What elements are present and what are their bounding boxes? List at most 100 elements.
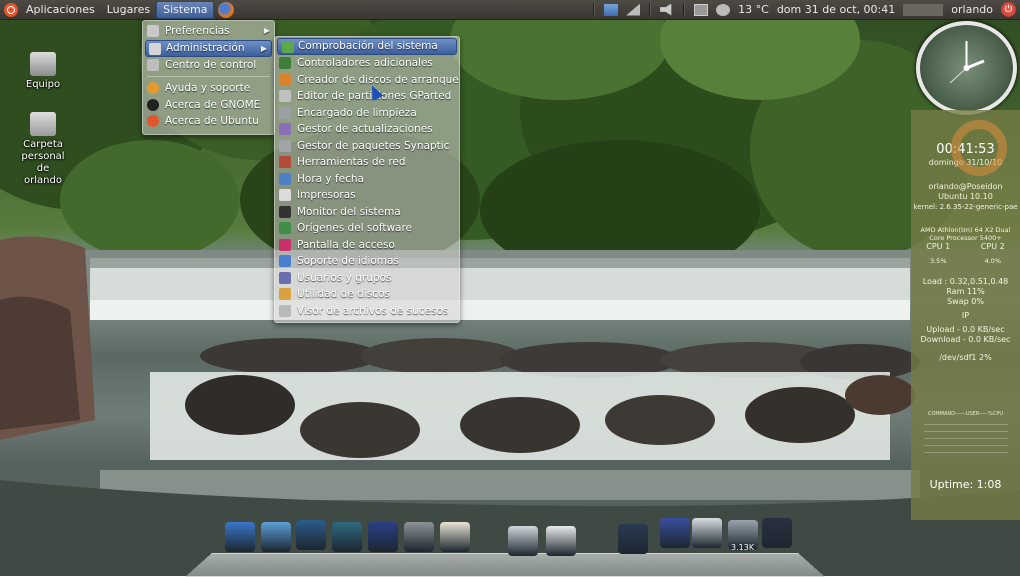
menu-item-label: Pantalla de acceso xyxy=(297,238,395,251)
pointer-icon[interactable] xyxy=(762,518,792,548)
clock-label[interactable]: dom 31 de oct, 00:41 xyxy=(777,3,895,16)
menu-separator xyxy=(147,76,270,77)
menu-item-label: Preferencias xyxy=(165,25,230,37)
shutdown-icon[interactable]: ⏻ xyxy=(1001,2,1016,17)
desktop-icon-home[interactable]: Carpeta personal de orlando xyxy=(8,112,78,187)
menu-item-label: Centro de control xyxy=(165,58,257,71)
admin-menu-item[interactable]: Impresoras xyxy=(275,187,459,204)
control-center-icon xyxy=(147,58,159,71)
time-machine-icon[interactable] xyxy=(296,520,326,550)
menu-item-label: Utilidad de discos xyxy=(297,288,390,300)
menu-item-label: Monitor del sistema xyxy=(297,205,401,218)
desktop-icon-label: Carpeta personal de orlando xyxy=(21,139,65,186)
admin-menu-item[interactable]: Gestor de actualizaciones xyxy=(275,121,459,138)
menu-item-label: Gestor de actualizaciones xyxy=(297,123,433,135)
preferences-icon xyxy=(147,25,159,37)
admin-menu-item[interactable]: Encargado de limpieza xyxy=(275,105,459,122)
menu-item-acerca-ubuntu[interactable]: Acerca de Ubuntu xyxy=(143,113,274,130)
admin-menu-item[interactable]: Herramientas de red xyxy=(275,154,459,171)
menu-lugares[interactable]: Lugares xyxy=(101,0,156,19)
mail-indicator-icon[interactable] xyxy=(694,3,709,16)
user-name-label[interactable]: orlando xyxy=(951,3,993,16)
admin-item-icon xyxy=(279,156,291,168)
admin-menu-item[interactable]: Monitor del sistema xyxy=(275,204,459,221)
conky-host: orlando@Poseidon xyxy=(928,182,1003,191)
calendar-icon[interactable] xyxy=(546,526,576,556)
admin-menu-item[interactable]: Utilidad de discos xyxy=(275,286,459,303)
menu-item-preferencias[interactable]: Preferencias ▶ xyxy=(143,23,274,40)
menu-item-acerca-gnome[interactable]: Acerca de GNOME xyxy=(143,97,274,114)
admin-menu-item[interactable]: Gestor de paquetes Synaptic xyxy=(275,138,459,155)
phone-icon[interactable] xyxy=(660,518,690,548)
system-tray: 13 °C dom 31 de oct, 00:41 orlando ⏻ xyxy=(588,0,1020,19)
admin-menu-item[interactable]: Controladores adicionales xyxy=(275,55,459,72)
menu-item-label: Comprobación del sistema xyxy=(298,40,438,52)
menu-item-administracion[interactable]: Administración ▶ xyxy=(145,39,272,57)
clapper-icon[interactable] xyxy=(368,522,398,552)
admin-item-icon xyxy=(279,139,291,152)
desktop-icon-label: Equipo xyxy=(25,79,61,90)
conky-cpu2-label: CPU 2 xyxy=(980,242,1005,251)
admin-item-icon xyxy=(279,57,291,69)
firefox-launcher-icon[interactable] xyxy=(218,1,235,18)
preview-icon[interactable] xyxy=(508,526,538,556)
finder-icon[interactable] xyxy=(225,522,255,552)
mail-icon[interactable] xyxy=(692,518,722,548)
menu-sistema[interactable]: Sistema xyxy=(156,0,215,19)
desktop-icon-equipo[interactable]: Equipo xyxy=(8,52,78,91)
clock-face-icon xyxy=(949,41,985,84)
submenu-arrow-icon: ▶ xyxy=(260,43,267,53)
conky-cpu1-value: 3.5% xyxy=(929,257,947,265)
network-icon[interactable] xyxy=(626,3,641,16)
sistema-menu: Preferencias ▶ Administración ▶ Centro d… xyxy=(142,20,275,135)
admin-menu-item[interactable]: Creador de discos de arranque xyxy=(275,72,459,89)
conky-uptime: Uptime: 1:08 xyxy=(929,478,1002,491)
menu-aplicaciones[interactable]: Aplicaciones xyxy=(20,0,101,19)
menu-item-label: Ayuda y soporte xyxy=(165,82,251,94)
temperature-label[interactable]: 13 °C xyxy=(738,3,769,16)
menu-item-label: Encargado de limpieza xyxy=(297,106,417,119)
safari-icon[interactable] xyxy=(261,522,291,552)
screenshot-icon[interactable] xyxy=(604,3,619,16)
ubuntu-logo-icon[interactable] xyxy=(4,2,18,17)
admin-menu-item[interactable]: Orígenes del software xyxy=(275,220,459,237)
conky-load: Load : 0.32,0.51,0.48 xyxy=(922,277,1009,286)
top-panel: Aplicaciones Lugares Sistema 13 °C dom 3… xyxy=(0,0,1020,20)
dock-weather-label: 3.13K xyxy=(731,543,755,552)
ubuntu-icon xyxy=(147,115,159,127)
conky-ram: Ram 11% xyxy=(946,287,985,296)
conky-cpu1-label: CPU 1 xyxy=(926,242,951,251)
menu-item-centro-de-control[interactable]: Centro de control xyxy=(143,57,274,74)
activity-monitor-icon[interactable] xyxy=(332,522,362,552)
admin-menu-item[interactable]: Usuarios y grupos xyxy=(275,270,459,287)
admin-menu-item[interactable]: Soporte de idiomas xyxy=(275,253,459,270)
conky-download: Download - 0.0 KB/sec xyxy=(920,335,1011,344)
menu-item-ayuda[interactable]: Ayuda y soporte xyxy=(143,80,274,97)
menu-item-label: Herramientas de red xyxy=(297,156,406,168)
admin-item-icon xyxy=(279,189,291,201)
calculator-icon[interactable] xyxy=(404,522,434,552)
conky-cpu-model: AMD Athlon(tm) 64 X2 Dual Core Processor… xyxy=(920,226,1011,242)
dock-shelf xyxy=(185,552,825,577)
admin-item-icon xyxy=(279,222,291,234)
menu-item-label: Visor de archivos de sucesos xyxy=(297,304,449,317)
conky-ip: IP xyxy=(961,311,970,320)
admin-menu-item[interactable]: Hora y fecha xyxy=(275,171,459,188)
volume-icon[interactable] xyxy=(660,3,672,16)
menu-item-label: Acerca de GNOME xyxy=(165,98,261,111)
admin-item-icon xyxy=(279,73,291,86)
administracion-submenu: Comprobación del sistema Controladores ad… xyxy=(274,36,460,323)
admin-menu-item[interactable]: Visor de archivos de sucesos xyxy=(275,303,459,320)
conky-process-header: COMMAND------USER-----%CPU xyxy=(927,411,1004,417)
textedit-icon[interactable] xyxy=(440,522,470,552)
administration-icon xyxy=(149,42,161,55)
user-indicator-blurred xyxy=(903,3,944,16)
admin-item-icon xyxy=(279,255,291,267)
conky-process-list xyxy=(911,424,1020,480)
admin-menu-item[interactable]: Comprobación del sistema xyxy=(277,38,457,55)
analog-clock-widget xyxy=(916,21,1017,115)
admin-item-icon xyxy=(279,288,291,300)
admin-menu-item[interactable]: Pantalla de acceso xyxy=(275,237,459,254)
terminal-icon[interactable] xyxy=(618,524,648,554)
menu-item-label: Hora y fecha xyxy=(297,172,364,185)
